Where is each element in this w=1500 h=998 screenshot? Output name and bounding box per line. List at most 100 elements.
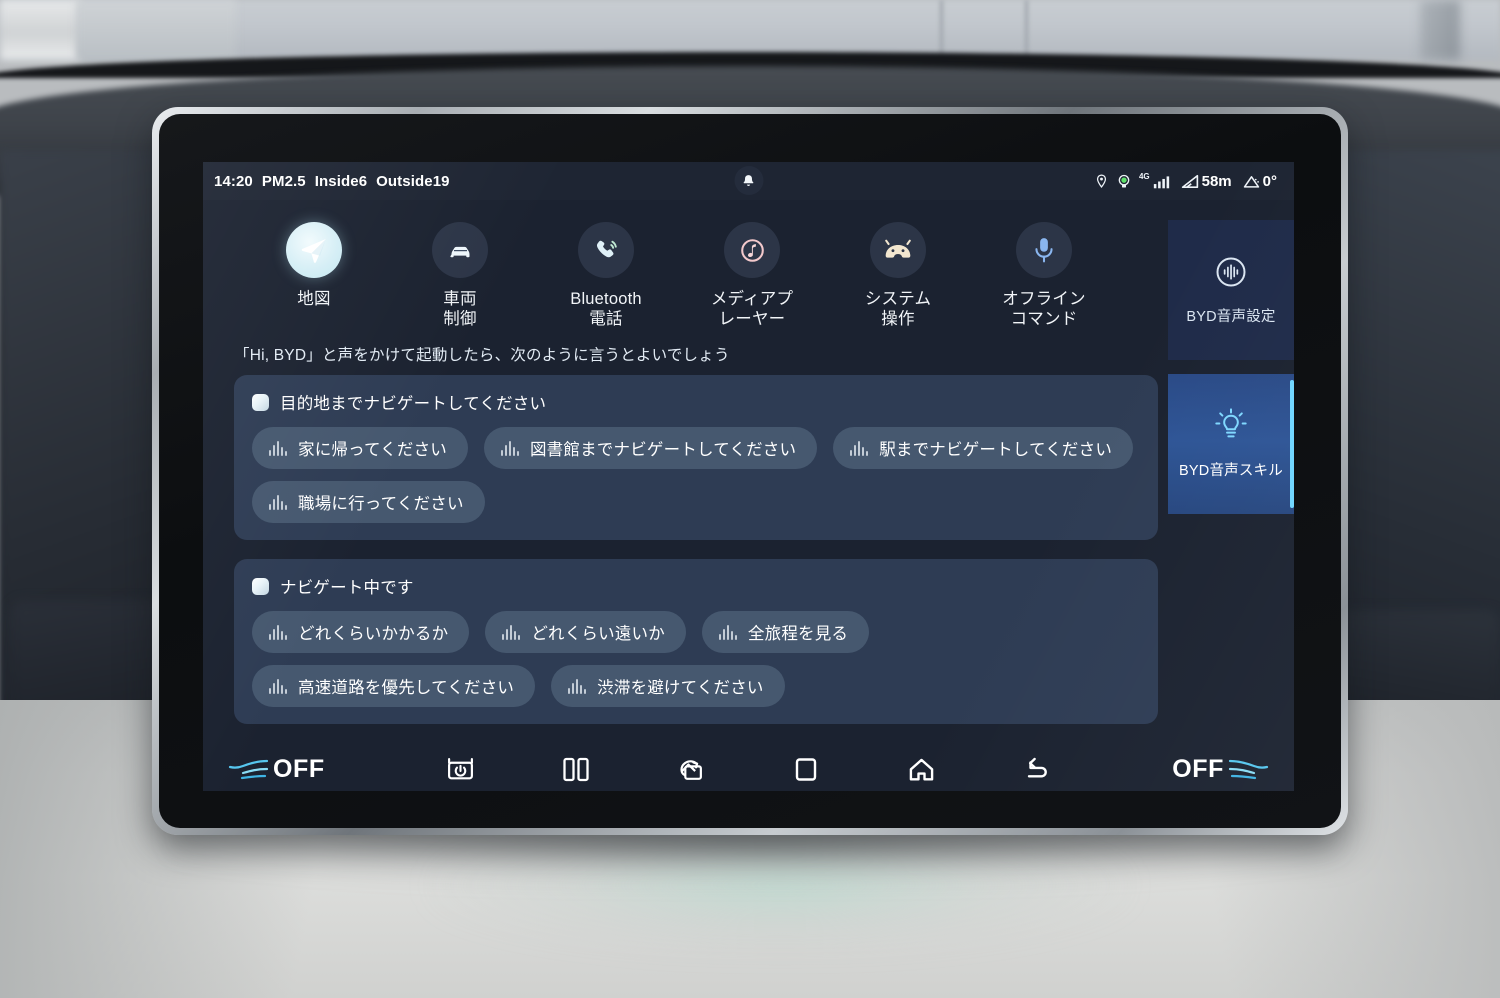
waveform-icon [269,494,287,510]
notification-indicator[interactable] [734,166,763,195]
infotainment-screen: 14:20 PM2.5 Inside6 Outside19 4G 58m 0° … [203,162,1294,791]
seat-power-button[interactable] [435,750,487,788]
waveform-icon [718,624,737,640]
card-header: ナビゲート中です [252,574,1140,598]
waveform-icon [269,440,287,456]
wall-seam [1025,0,1028,58]
voice-command-chip[interactable]: どれくらい遠いか [485,611,686,653]
app-icon-wrapper [724,222,780,278]
status-outside: Outside19 [376,173,449,190]
sidebar-item-voice-skills[interactable]: BYD音声スキル [1168,374,1294,514]
main-content: 地図 車両 制御 Bluetooth 電話 メディアプ レーヤー システム 操作… [203,200,1168,747]
app-item-system-operation[interactable]: システム 操作 [825,222,971,329]
outside-value: 19 [432,172,450,190]
home-button[interactable] [895,750,947,788]
screen-rotate-icon [680,759,703,780]
climate-right-control[interactable]: OFF [1104,755,1294,784]
app-label: 車両 制御 [443,289,476,329]
music-note-icon [740,238,764,262]
back-button[interactable] [1010,750,1062,788]
split-screen-icon [563,757,589,781]
status-inside: Inside6 [315,173,367,190]
app-label-line: 制御 [443,310,477,328]
window-blind [0,0,80,60]
voice-command-chip[interactable]: 家に帰ってください [252,427,468,469]
sidebar-filler [1168,514,1294,747]
bell-icon [743,174,754,186]
climate-left-control[interactable]: OFF [203,755,393,784]
app-item-bluetooth-phone[interactable]: Bluetooth 電話 [533,222,679,329]
chip-label: 全旅程を見る [747,625,849,643]
car-icon [449,246,469,257]
app-category-row: 地図 車両 制御 Bluetooth 電話 メディアプ レーヤー システム 操作… [203,200,1158,329]
screen-body: 地図 車両 制御 Bluetooth 電話 メディアプ レーヤー システム 操作… [203,200,1294,747]
altitude-icon [1181,174,1198,188]
app-item-offline-command[interactable]: オフライン コマンド [971,222,1117,329]
app-item-map[interactable]: 地図 [241,222,387,309]
tablet-device: 14:20 PM2.5 Inside6 Outside19 4G 58m 0° … [152,107,1348,835]
card-bullet-icon [252,577,269,595]
voice-command-chip[interactable]: 渋滞を避けてください [551,665,785,707]
wall-seam [940,0,943,58]
waveform-icon [850,440,869,456]
background-wall [76,0,236,60]
app-item-vehicle-control[interactable]: 車両 制御 [387,222,533,329]
altitude-group: 58m [1181,173,1232,190]
app-label-line: システム [864,290,932,308]
waveform-icon [568,678,587,694]
app-label-line: 操作 [881,310,915,328]
status-time: 14:20 [214,172,253,190]
chip-label: 高速道路を優先してください [298,679,515,697]
voice-command-chip[interactable]: 職場に行ってください [252,481,485,523]
incline-group: 0° [1243,173,1277,190]
wall-corner [1420,0,1460,60]
recents-square-icon [795,757,817,781]
waveform-icon [502,624,521,640]
signal-bars-icon: 4G [1139,173,1170,189]
chip-label: どれくらいかかるか [298,625,449,643]
app-icon-wrapper [578,222,634,278]
recents-button[interactable] [780,750,832,788]
app-icon-wrapper [432,222,488,278]
screen-rotate-button[interactable] [665,750,717,788]
right-sidebar: BYD音声設定 BYD音声スキル [1168,200,1294,747]
voice-command-chip[interactable]: 全旅程を見る [701,611,870,653]
voice-waveform-circle-icon [1216,257,1246,287]
voice-command-chip[interactable]: 駅までナビゲートしてください [833,427,1134,469]
app-icon-wrapper [286,222,342,278]
card-chip-list: 家に帰ってください 図書館までナビゲートしてください 駅までナビゲートしてくださ… [252,427,1140,523]
app-label: メディアプ レーヤー [711,289,793,329]
suggestion-card: ナビゲート中です どれくらいかかるか どれくらい遠いか 全旅程を見る 高速道路を… [234,559,1158,724]
chip-label: どれくらい遠いか [531,625,665,643]
seat-power-icon [448,757,474,779]
app-icon-wrapper [870,222,926,278]
chip-label: 駅までナビゲートしてください [879,441,1113,459]
incline-value: 0° [1262,172,1277,190]
android-robot-icon [885,239,911,258]
outside-label: Outside [376,172,433,190]
app-label: Bluetooth 電話 [570,289,642,329]
voice-command-chip[interactable]: 図書館までナビゲートしてください [483,427,818,469]
status-bar-right: 4G 58m 0° [1094,173,1277,190]
suggestion-card: 目的地までナビゲートしてください 家に帰ってください 図書館までナビゲートしてく… [234,375,1158,540]
app-item-media-player[interactable]: メディアプ レーヤー [679,222,825,329]
app-label: システム 操作 [865,289,931,329]
suggestion-cards: 目的地までナビゲートしてください 家に帰ってください 図書館までナビゲートしてく… [203,375,1158,724]
phone-bluetooth-icon [596,240,617,257]
voice-hint-text: 「Hi, BYD」と声をかけて起動したら、次のように言うとよいでしょう [234,347,730,364]
home-icon [909,758,933,781]
voice-command-chip[interactable]: 高速道路を優先してください [252,665,536,707]
chip-label: 渋滞を避けてください [597,679,764,697]
sidebar-item-label: BYD音声スキル [1179,463,1283,479]
waveform-icon [269,678,287,694]
split-screen-button[interactable] [550,750,602,788]
chip-label: 家に帰ってください [298,441,447,459]
app-label-line: 地図 [297,290,331,308]
app-label-line: メディアプ [710,290,794,308]
sidebar-item-voice-settings[interactable]: BYD音声設定 [1168,220,1294,360]
app-label-line: レーヤー [718,310,786,328]
tablet-bezel: 14:20 PM2.5 Inside6 Outside19 4G 58m 0° … [159,114,1341,828]
status-bar: 14:20 PM2.5 Inside6 Outside19 4G 58m 0° [203,162,1294,200]
voice-command-chip[interactable]: どれくらいかかるか [252,611,470,653]
navigation-arrow-icon [301,239,326,263]
